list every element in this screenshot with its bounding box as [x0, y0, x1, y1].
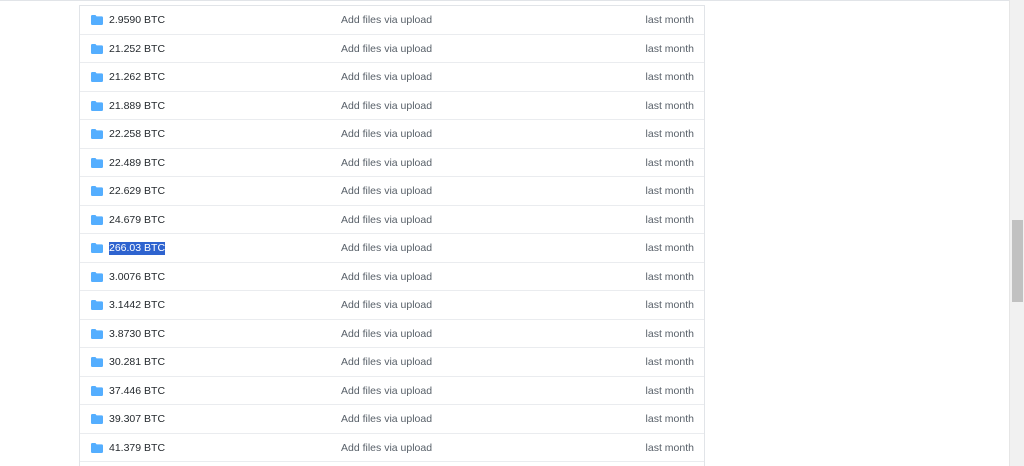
file-row[interactable]: 22.629 BTC Add files via upload last mon… [80, 177, 704, 206]
commit-age: last month [645, 99, 694, 112]
commit-age: last month [645, 213, 694, 226]
commit-age: last month [645, 413, 694, 425]
commit-message-link[interactable]: Add files via upload [341, 71, 432, 84]
file-row[interactable]: 30.281 BTC Add files via upload last mon… [80, 348, 704, 377]
commit-age: last month [645, 156, 694, 169]
commit-age: last month [645, 242, 694, 254]
commit-age: last month [645, 270, 694, 283]
commit-message-link[interactable]: Add files via upload [341, 299, 432, 312]
page: 2.9590 BTC Add files via upload last mon… [0, 0, 1024, 466]
top-divider [0, 0, 1009, 1]
file-row[interactable]: 22.489 BTC Add files via upload last mon… [80, 149, 704, 177]
file-name-link[interactable]: 22.258 BTC [109, 128, 165, 141]
commit-message-link[interactable]: Add files via upload [341, 356, 432, 369]
file-name-link[interactable]: 21.889 BTC [109, 100, 165, 113]
file-row[interactable]: 22.258 BTC Add files via upload last mon… [80, 120, 704, 149]
commit-age: last month [645, 327, 694, 340]
commit-message-link[interactable]: Add files via upload [341, 100, 432, 113]
file-row[interactable]: 39.307 BTC Add files via upload last mon… [80, 405, 704, 434]
commit-age: last month [645, 356, 694, 368]
commit-message-link[interactable]: Add files via upload [341, 185, 432, 198]
file-row[interactable]: 37.446 BTC Add files via upload last mon… [80, 377, 704, 405]
file-name-link[interactable]: 30.281 BTC [109, 356, 165, 369]
file-row[interactable]: 3.8730 BTC Add files via upload last mon… [80, 320, 704, 348]
file-name-link[interactable]: 22.629 BTC [109, 185, 165, 198]
commit-message-link[interactable]: Add files via upload [341, 14, 432, 27]
commit-age: last month [645, 71, 694, 83]
file-name-link[interactable]: 3.0076 BTC [109, 271, 165, 284]
vertical-scrollbar[interactable] [1009, 0, 1024, 466]
commit-age: last month [645, 128, 694, 140]
file-name-link[interactable]: 37.446 BTC [109, 385, 165, 398]
file-row[interactable]: 21.262 BTC Add files via upload last mon… [80, 63, 704, 92]
file-list: 2.9590 BTC Add files via upload last mon… [79, 5, 705, 466]
commit-message-link[interactable]: Add files via upload [341, 157, 432, 170]
file-name-link[interactable]: 3.1442 BTC [109, 299, 165, 312]
file-name-link[interactable]: 2.9590 BTC [109, 14, 165, 27]
commit-message-link[interactable]: Add files via upload [341, 43, 432, 56]
commit-age: last month [645, 185, 694, 197]
file-row[interactable]: 21.252 BTC Add files via upload last mon… [80, 35, 704, 63]
file-row[interactable]: 41.379 BTC Add files via upload last mon… [80, 434, 704, 462]
commit-message-link[interactable]: Add files via upload [341, 214, 432, 227]
file-row[interactable]: 21.889 BTC Add files via upload last mon… [80, 92, 704, 120]
file-name-link[interactable]: 39.307 BTC [109, 413, 165, 426]
file-row[interactable]: 2.9590 BTC Add files via upload last mon… [80, 6, 704, 35]
commit-age: last month [645, 299, 694, 311]
commit-age: last month [645, 14, 694, 26]
commit-age: last month [645, 384, 694, 397]
commit-message-link[interactable]: Add files via upload [341, 385, 432, 398]
file-row[interactable]: 3.0076 BTC Add files via upload last mon… [80, 263, 704, 291]
commit-age: last month [645, 441, 694, 454]
commit-message-link[interactable]: Add files via upload [341, 413, 432, 426]
file-name-link[interactable]: 22.489 BTC [109, 157, 165, 170]
file-name-link[interactable]: 21.262 BTC [109, 71, 165, 84]
file-name-link[interactable]: 3.8730 BTC [109, 328, 165, 341]
file-row[interactable]: 266.03 BTC Add files via upload last mon… [80, 234, 704, 263]
commit-message-link[interactable]: Add files via upload [341, 271, 432, 284]
scrollbar-thumb[interactable] [1012, 220, 1023, 302]
file-name-link[interactable]: 21.252 BTC [109, 43, 165, 56]
commit-message-link[interactable]: Add files via upload [341, 442, 432, 455]
file-row[interactable]: 24.679 BTC Add files via upload last mon… [80, 206, 704, 234]
commit-message-link[interactable]: Add files via upload [341, 328, 432, 341]
commit-age: last month [645, 42, 694, 55]
file-name-link[interactable]: 24.679 BTC [109, 214, 165, 227]
file-row[interactable]: 3.1442 BTC Add files via upload last mon… [80, 291, 704, 320]
commit-message-link[interactable]: Add files via upload [341, 242, 432, 255]
commit-message-link[interactable]: Add files via upload [341, 128, 432, 141]
file-name-link[interactable]: 41.379 BTC [109, 442, 165, 455]
file-name-link[interactable]: 266.03 BTC [109, 242, 166, 255]
